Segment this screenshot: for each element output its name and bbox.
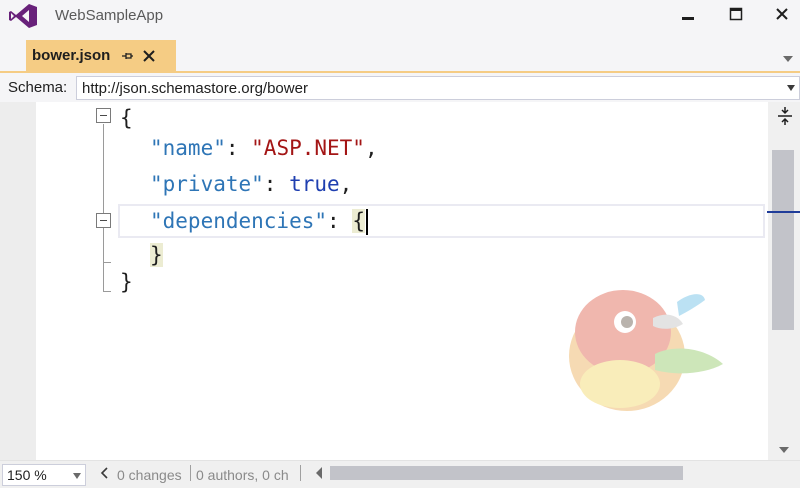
schema-bar: Schema: <box>0 74 800 102</box>
vertical-scroll-thumb[interactable] <box>772 150 794 330</box>
maximize-icon <box>729 7 743 21</box>
scroll-down-icon[interactable] <box>778 446 790 454</box>
tab-label: bower.json <box>32 47 111 64</box>
zoom-level-dropdown[interactable]: 150 % <box>2 464 86 486</box>
pin-icon[interactable] <box>120 49 134 63</box>
tab-bower-json[interactable]: bower.json <box>26 40 176 71</box>
json-separator: : <box>263 172 290 196</box>
schema-label: Schema: <box>8 79 68 96</box>
code-line-5: } <box>150 239 163 271</box>
divider <box>190 465 191 481</box>
json-boolean-value: true <box>289 172 340 196</box>
zoom-level-value: 150 % <box>7 467 47 483</box>
codelens-authors[interactable]: 0 authors, 0 ch <box>196 467 289 485</box>
json-key: "dependencies" <box>150 209 328 233</box>
chevron-left-icon[interactable] <box>100 467 108 479</box>
document-tab-strip: bower.json <box>0 40 800 71</box>
json-separator: : <box>327 209 353 233</box>
divider <box>300 465 301 481</box>
minimize-icon <box>682 17 694 20</box>
json-separator: : <box>225 136 252 160</box>
json-brace: { <box>120 106 133 130</box>
tab-list-dropdown-icon[interactable] <box>782 54 794 64</box>
title-bar: WebSampleApp <box>0 0 800 32</box>
code-line-6: } <box>120 266 133 298</box>
horizontal-scroll-thumb[interactable] <box>330 466 683 480</box>
app-title: WebSampleApp <box>55 7 164 24</box>
maximize-button[interactable] <box>716 0 756 28</box>
json-brace-matched: } <box>150 243 163 267</box>
json-comma: , <box>339 172 353 196</box>
json-brace: } <box>120 270 133 294</box>
close-window-button[interactable] <box>762 0 800 28</box>
json-key: "name" <box>150 136 226 160</box>
tab-underline <box>0 71 800 73</box>
split-window-icon[interactable] <box>777 106 793 126</box>
schema-dropdown-icon[interactable] <box>786 84 796 92</box>
json-brace-matched: { <box>352 209 365 233</box>
json-key: "private" <box>150 172 264 196</box>
schema-url-field[interactable] <box>76 76 800 100</box>
scroll-left-icon[interactable] <box>315 467 323 479</box>
minimize-button[interactable] <box>668 0 708 28</box>
json-string-value: "ASP.NET" <box>251 136 365 160</box>
caret-position-marker <box>767 211 800 213</box>
code-editor[interactable]: { "name": "ASP.NET", "private": true, "d… <box>0 102 768 460</box>
close-icon[interactable] <box>142 49 156 63</box>
code-line-2: "name": "ASP.NET", <box>150 132 378 164</box>
json-comma: , <box>364 136 378 160</box>
code-lines: { "name": "ASP.NET", "private": true, "d… <box>0 102 768 460</box>
codelens-changes[interactable]: 0 changes <box>117 467 182 485</box>
visual-studio-logo-icon <box>9 4 37 28</box>
code-line-4: "dependencies": { <box>150 205 368 237</box>
code-line-3: "private": true, <box>150 168 352 200</box>
chevron-down-icon <box>73 473 81 479</box>
text-caret <box>365 209 368 235</box>
close-icon <box>776 8 788 20</box>
code-line-1: { <box>120 102 133 134</box>
